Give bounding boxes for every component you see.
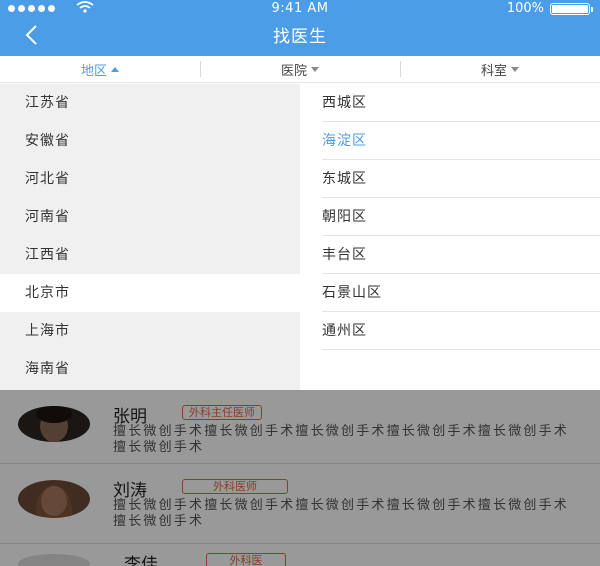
status-bar: 9:41 AM 100% bbox=[0, 0, 600, 18]
district-item[interactable]: 东城区 bbox=[322, 160, 600, 198]
tab-hospital[interactable]: 医院 bbox=[200, 56, 400, 82]
page-title: 找医生 bbox=[273, 27, 327, 47]
doctor-avatar bbox=[18, 554, 90, 566]
doctor-card[interactable]: 刘涛 外科医师 擅长微创手术擅长微创手术擅长微创手术擅长微创手术擅长微创手术擅长… bbox=[0, 464, 600, 544]
doctor-title-badge: 外科医 bbox=[206, 553, 286, 566]
province-item[interactable]: 河北省 bbox=[0, 160, 300, 198]
filter-tabs: 地区 医院 科室 bbox=[0, 56, 600, 83]
tab-hospital-label: 医院 bbox=[280, 63, 307, 79]
district-item-selected[interactable]: 海淀区 bbox=[322, 122, 600, 160]
district-item[interactable]: 朝阳区 bbox=[322, 198, 600, 236]
doctor-description: 擅长微创手术擅长微创手术擅长微创手术擅长微创手术擅长微创手术擅长微创手术 bbox=[113, 424, 570, 455]
caret-down-icon bbox=[311, 66, 319, 72]
province-item[interactable]: 江西省 bbox=[0, 236, 300, 274]
district-item[interactable]: 石景山区 bbox=[322, 274, 600, 312]
province-item[interactable]: 江苏省 bbox=[0, 84, 300, 122]
district-item[interactable]: 西城区 bbox=[322, 84, 600, 122]
battery-icon bbox=[550, 3, 593, 15]
province-item[interactable]: 河南省 bbox=[0, 198, 300, 236]
province-list: 江苏省 安徽省 河北省 河南省 江西省 北京市 上海市 海南省 bbox=[0, 84, 300, 390]
doctor-title-badge: 外科医师 bbox=[182, 479, 288, 494]
region-dropdown: 江苏省 安徽省 河北省 河南省 江西省 北京市 上海市 海南省 西城区 海淀区 … bbox=[0, 84, 600, 390]
caret-down-icon bbox=[511, 66, 519, 72]
doctor-avatar bbox=[18, 406, 90, 442]
tab-region[interactable]: 地区 bbox=[0, 56, 200, 82]
district-item[interactable]: 通州区 bbox=[322, 312, 600, 350]
tab-department-label: 科室 bbox=[480, 63, 507, 79]
province-item[interactable]: 上海市 bbox=[0, 312, 300, 350]
district-list: 西城区 海淀区 东城区 朝阳区 丰台区 石景山区 通州区 bbox=[300, 84, 600, 390]
battery-percentage: 100% bbox=[506, 1, 544, 16]
doctor-description: 擅长微创手术擅长微创手术擅长微创手术擅长微创手术擅长微创手术擅长微创手术 bbox=[113, 498, 570, 529]
doctor-name: 李佳 bbox=[124, 555, 158, 566]
tab-department[interactable]: 科室 bbox=[400, 56, 600, 82]
doctor-card[interactable]: 张明 外科主任医师 擅长微创手术擅长微创手术擅长微创手术擅长微创手术擅长微创手术… bbox=[0, 390, 600, 464]
district-item[interactable]: 丰台区 bbox=[322, 236, 600, 274]
tab-region-label: 地区 bbox=[80, 63, 107, 79]
doctor-card[interactable]: 李佳 外科医 bbox=[0, 544, 600, 566]
doctor-title-badge: 外科主任医师 bbox=[182, 405, 262, 420]
province-item[interactable]: 海南省 bbox=[0, 350, 300, 388]
caret-up-icon bbox=[111, 66, 119, 72]
top-header: 9:41 AM 100% 找医生 bbox=[0, 0, 600, 56]
doctor-list: 张明 外科主任医师 擅长微创手术擅长微创手术擅长微创手术擅长微创手术擅长微创手术… bbox=[0, 390, 600, 566]
province-item[interactable]: 安徽省 bbox=[0, 122, 300, 160]
province-item-selected[interactable]: 北京市 bbox=[0, 274, 300, 312]
doctor-avatar bbox=[18, 480, 90, 518]
